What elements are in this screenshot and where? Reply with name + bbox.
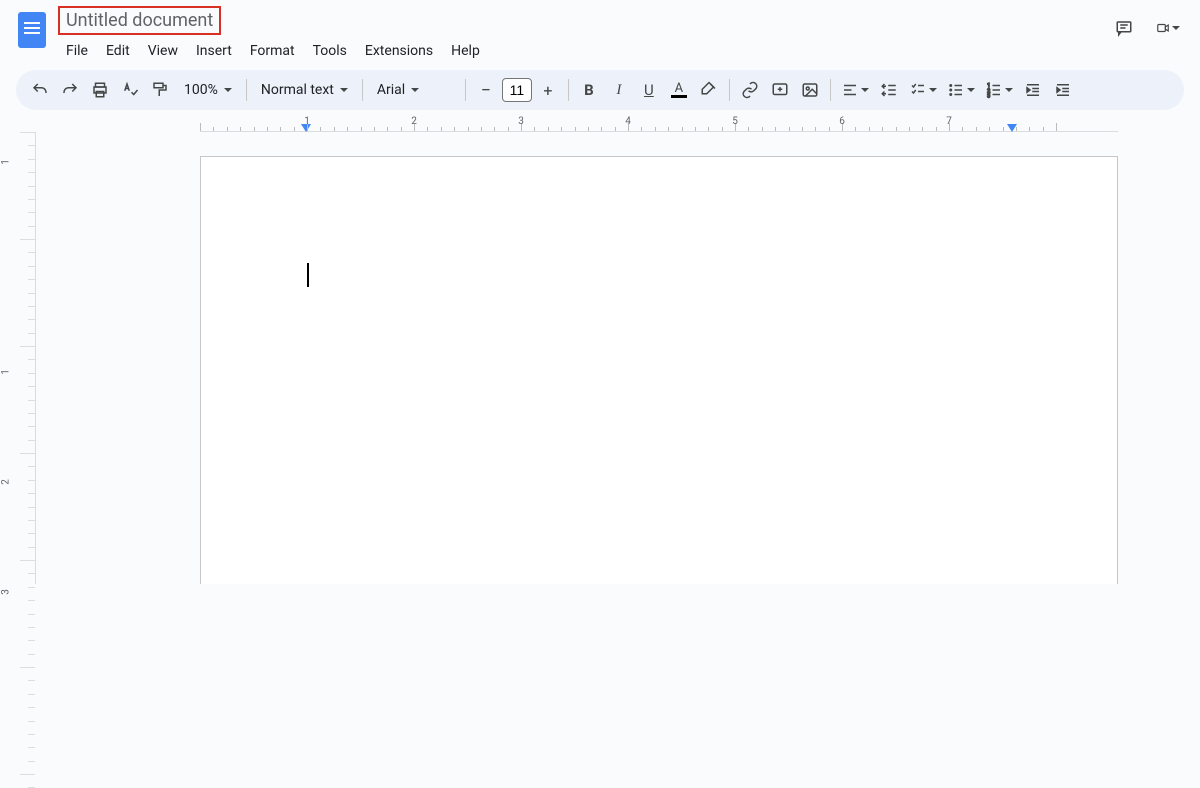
document-title[interactable]: Untitled document — [58, 6, 221, 35]
ruler-label: 3 — [1, 589, 12, 595]
chevron-down-icon — [1172, 26, 1180, 30]
meet-video-icon[interactable] — [1156, 16, 1180, 40]
font-dropdown[interactable]: Arial — [369, 76, 459, 104]
docs-logo[interactable] — [12, 10, 52, 50]
docs-logo-icon — [18, 12, 46, 48]
add-comment-button[interactable] — [766, 76, 794, 104]
chevron-down-icon — [929, 88, 937, 92]
chevron-down-icon — [861, 88, 869, 92]
text-cursor — [307, 263, 309, 287]
menu-file[interactable]: File — [58, 39, 96, 63]
title-area: Untitled document File Edit View Insert … — [58, 6, 488, 63]
ruler-label: 6 — [839, 116, 845, 127]
menu-tools[interactable]: Tools — [305, 39, 355, 63]
print-button[interactable] — [86, 76, 114, 104]
chevron-down-icon — [1005, 88, 1013, 92]
comment-history-icon[interactable] — [1112, 16, 1136, 40]
chevron-down-icon — [340, 88, 348, 92]
zoom-value: 100% — [184, 82, 218, 98]
bulleted-list-button[interactable] — [943, 76, 979, 104]
toolbar: 100% Normal text Arial − + B I U A — [16, 70, 1184, 110]
font-size-decrease-button[interactable]: − — [472, 76, 500, 104]
line-spacing-button[interactable] — [875, 76, 903, 104]
font-size-control: − + — [472, 76, 562, 104]
ruler-label: 5 — [732, 116, 738, 127]
text-color-button[interactable]: A — [665, 76, 693, 104]
menu-help[interactable]: Help — [443, 39, 488, 63]
paint-format-button[interactable] — [146, 76, 174, 104]
ruler-label: 4 — [625, 116, 631, 127]
header-right — [1112, 6, 1188, 40]
numbered-list-button[interactable]: 123 — [981, 76, 1017, 104]
bold-button[interactable]: B — [575, 76, 603, 104]
header: Untitled document File Edit View Insert … — [0, 0, 1200, 60]
menu-view[interactable]: View — [140, 39, 186, 63]
workspace: 1 2 3 4 5 6 7 1 1 2 3 — [0, 116, 1200, 584]
vertical-ruler[interactable]: 1123 — [0, 132, 36, 584]
separator — [568, 79, 569, 101]
chevron-down-icon — [967, 88, 975, 92]
redo-button[interactable] — [56, 76, 84, 104]
italic-button[interactable]: I — [605, 76, 633, 104]
checklist-button[interactable] — [905, 76, 941, 104]
insert-image-button[interactable] — [796, 76, 824, 104]
highlight-color-button[interactable] — [695, 76, 723, 104]
menu-edit[interactable]: Edit — [98, 39, 138, 63]
svg-text:3: 3 — [987, 94, 990, 100]
styles-dropdown[interactable]: Normal text — [253, 76, 356, 104]
align-button[interactable] — [837, 76, 873, 104]
font-size-increase-button[interactable]: + — [534, 76, 562, 104]
underline-button[interactable]: U — [635, 76, 663, 104]
separator — [465, 79, 466, 101]
menu-format[interactable]: Format — [242, 39, 303, 63]
ruler-label: 2 — [411, 116, 417, 127]
ruler-label: 7 — [946, 116, 952, 127]
insert-link-button[interactable] — [736, 76, 764, 104]
chevron-down-icon — [411, 88, 419, 92]
chevron-down-icon — [224, 88, 232, 92]
menu-insert[interactable]: Insert — [188, 39, 240, 63]
font-size-input[interactable] — [502, 78, 532, 102]
menu-extensions[interactable]: Extensions — [357, 39, 441, 63]
separator — [246, 79, 247, 101]
ruler-label: 2 — [1, 479, 12, 485]
ruler-label: 1 — [304, 116, 310, 127]
ruler-label: 1 — [1, 369, 12, 375]
horizontal-ruler[interactable]: 1 2 3 4 5 6 7 — [36, 116, 1200, 132]
page[interactable] — [200, 156, 1118, 584]
ruler-label: 3 — [518, 116, 524, 127]
decrease-indent-button[interactable] — [1019, 76, 1047, 104]
menubar: File Edit View Insert Format Tools Exten… — [58, 39, 488, 63]
separator — [362, 79, 363, 101]
undo-button[interactable] — [26, 76, 54, 104]
font-value: Arial — [377, 82, 405, 98]
spellcheck-button[interactable] — [116, 76, 144, 104]
increase-indent-button[interactable] — [1049, 76, 1077, 104]
ruler-label: 1 — [1, 159, 12, 165]
style-value: Normal text — [261, 82, 334, 98]
zoom-dropdown[interactable]: 100% — [176, 76, 240, 104]
separator — [830, 79, 831, 101]
document-canvas[interactable] — [36, 132, 1200, 584]
separator — [729, 79, 730, 101]
